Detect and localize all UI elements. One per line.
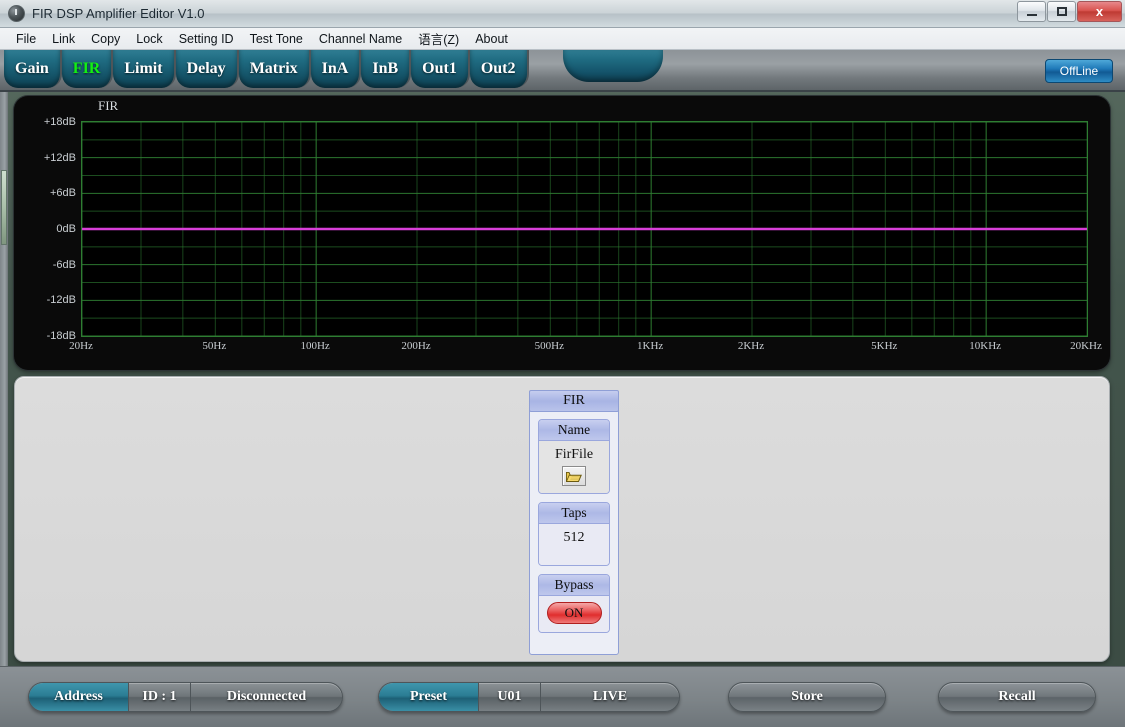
graph-plot-area[interactable] [81,121,1088,337]
x-axis-tick-label: 20Hz [69,340,93,352]
graph-y-axis: +18dB+12dB+6dB0dB-6dB-12dB-18dB [14,121,76,337]
x-axis-tick-label: 200Hz [401,340,430,352]
menu-item-lock[interactable]: Lock [128,30,170,48]
preset-slot-display[interactable]: U01 [479,683,541,711]
menu-item-setting-id[interactable]: Setting ID [171,30,242,48]
y-axis-tick-label: +18dB [44,116,76,128]
maximize-icon [1057,7,1067,16]
application-window: FIR DSP Amplifier Editor V1.0 x File Lin… [0,0,1125,727]
tab-out1[interactable]: Out1 [411,50,470,88]
fir-bypass-group: Bypass ON [538,574,610,633]
y-axis-tick-label: +12dB [44,152,76,164]
graph-svg [82,122,1087,336]
connection-status[interactable]: Disconnected [191,683,342,711]
x-axis-tick-label: 5KHz [871,340,897,352]
fir-response-graph: FIR +18dB+12dB+6dB0dB-6dB-12dB-18dB 20Hz… [14,96,1110,370]
tab-out2[interactable]: Out2 [470,50,529,88]
menu-item-channel-name[interactable]: Channel Name [311,30,410,48]
window-title: FIR DSP Amplifier Editor V1.0 [32,6,204,21]
store-button[interactable]: Store [728,682,886,712]
fir-file-name: FirFile [555,446,593,466]
tab-limit[interactable]: Limit [113,50,175,88]
graph-title: FIR [98,98,118,114]
fir-name-body: FirFile [539,441,609,493]
x-axis-tick-label: 100Hz [300,340,329,352]
open-folder-icon [566,470,582,483]
menu-item-about[interactable]: About [467,30,516,48]
y-axis-tick-label: -6dB [53,259,76,271]
y-axis-tick-label: -12dB [47,294,76,306]
fir-name-group: Name FirFile [538,419,610,494]
x-axis-tick-label: 1KHz [637,340,663,352]
fir-taps-group: Taps 512 [538,502,610,566]
x-axis-tick-label: 500Hz [535,340,564,352]
window-controls: x [1017,1,1122,22]
fir-block-header: FIR [529,390,619,412]
bypass-toggle-button[interactable]: ON [547,602,602,624]
tab-fir[interactable]: FIR [62,50,114,88]
close-icon: x [1096,5,1103,18]
x-axis-tick-label: 10KHz [969,340,1001,352]
fir-taps-body: 512 [539,524,609,565]
preset-status-group: Preset U01 LIVE [378,682,680,712]
offline-status-button[interactable]: OffLine [1045,59,1113,83]
tab-strip-decoration [563,50,663,82]
tab-matrix[interactable]: Matrix [239,50,311,88]
tab-list: Gain FIR Limit Delay Matrix InA InB Out1… [4,50,529,88]
menu-item-language[interactable]: 语言(Z) [410,27,467,50]
address-button[interactable]: Address [29,683,129,711]
y-axis-tick-label: +6dB [50,187,76,199]
app-circle-icon [8,5,25,22]
menu-item-test-tone[interactable]: Test Tone [242,30,311,48]
tab-delay[interactable]: Delay [176,50,239,88]
close-button[interactable]: x [1077,1,1122,22]
maximize-button[interactable] [1047,1,1076,22]
address-status-group: Address ID : 1 Disconnected [28,682,343,712]
recall-button[interactable]: Recall [938,682,1096,712]
graph-x-axis: 20Hz50Hz100Hz200Hz500Hz1KHz2KHz5KHz10KHz… [81,340,1088,360]
tab-inb[interactable]: InB [361,50,411,88]
fir-settings-panel: FIR Name FirFile [14,376,1110,662]
tab-gain[interactable]: Gain [4,50,62,88]
fir-name-label: Name [539,420,609,441]
menu-item-file[interactable]: File [8,30,44,48]
x-axis-tick-label: 2KHz [738,340,764,352]
x-axis-tick-label: 50Hz [202,340,226,352]
device-id-display[interactable]: ID : 1 [129,683,191,711]
left-scrollbar-thumb[interactable] [1,170,7,245]
title-bar-left: FIR DSP Amplifier Editor V1.0 [0,5,204,22]
title-bar: FIR DSP Amplifier Editor V1.0 x [0,0,1125,28]
fir-taps-label: Taps [539,503,609,524]
status-bar: Address ID : 1 Disconnected Preset U01 L… [0,666,1125,727]
tab-strip: Gain FIR Limit Delay Matrix InA InB Out1… [0,50,1125,92]
menu-bar: File Link Copy Lock Setting ID Test Tone… [0,28,1125,50]
preset-button[interactable]: Preset [379,683,479,711]
minimize-button[interactable] [1017,1,1046,22]
fir-bypass-body: ON [539,596,609,632]
menu-item-copy[interactable]: Copy [83,30,128,48]
preset-mode-display[interactable]: LIVE [541,683,679,711]
y-axis-tick-label: 0dB [56,223,76,235]
browse-file-button[interactable] [562,466,586,486]
fir-taps-value[interactable]: 512 [564,529,585,549]
x-axis-tick-label: 20KHz [1070,340,1102,352]
minimize-icon [1027,14,1037,16]
fir-bypass-label: Bypass [539,575,609,596]
left-scrollbar[interactable] [0,92,8,672]
menu-item-link[interactable]: Link [44,30,83,48]
fir-module-block: FIR Name FirFile [529,390,619,655]
tab-ina[interactable]: InA [311,50,362,88]
